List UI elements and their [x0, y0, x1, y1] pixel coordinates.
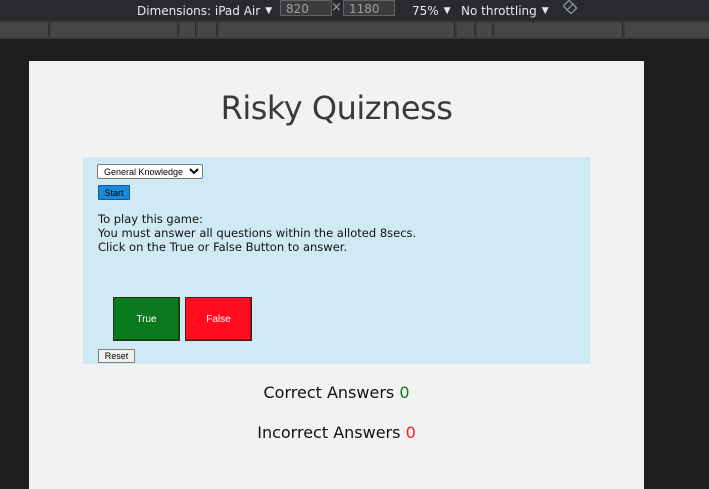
rotate-icon[interactable] — [563, 0, 577, 14]
correct-answers-count: 0 — [399, 383, 410, 402]
ruler-segment[interactable] — [495, 23, 623, 37]
zoom-dropdown[interactable]: 75% ▼ — [412, 0, 451, 21]
height-input[interactable]: 1180 — [343, 0, 395, 16]
throttling-dropdown[interactable]: No throttling ▼ — [461, 0, 549, 21]
incorrect-answers-count: 0 — [405, 423, 416, 442]
page-title: Risky Quizness — [220, 89, 453, 127]
ruler-segment[interactable] — [457, 23, 475, 37]
devtools-device-toolbar: Dimensions: iPad Air ▼ 820 × 1180 75% ▼ … — [0, 0, 709, 21]
ruler-segment[interactable] — [198, 23, 217, 37]
ruler-segment[interactable] — [0, 23, 49, 37]
correct-answers-line: Correct Answers 0 — [29, 383, 644, 402]
dimensions-label: Dimensions: iPad Air — [137, 3, 261, 18]
instruction-line: To play this game: — [98, 212, 203, 226]
instruction-line: Click on the True or False Button to ans… — [98, 240, 348, 254]
chevron-down-icon: ▼ — [265, 5, 273, 16]
start-button[interactable]: Start — [98, 185, 130, 200]
dimensions-dropdown[interactable]: Dimensions: iPad Air ▼ — [137, 0, 272, 21]
times-icon: × — [331, 0, 342, 15]
incorrect-answers-line: Incorrect Answers 0 — [29, 423, 644, 442]
ruler-segment[interactable] — [219, 23, 455, 37]
instructions: To play this game: You must answer all q… — [98, 212, 416, 254]
false-button[interactable]: False — [185, 297, 252, 341]
media-query-ruler — [0, 21, 709, 39]
instruction-line: You must answer all questions within the… — [98, 226, 417, 240]
chevron-down-icon: ▼ — [541, 5, 549, 16]
incorrect-answers-label: Incorrect Answers — [257, 423, 401, 442]
true-button[interactable]: True — [113, 297, 180, 341]
reset-button[interactable]: Reset — [98, 349, 135, 363]
correct-answers-label: Correct Answers — [263, 383, 395, 402]
emulated-page: Risky Quizness General Knowledge Start T… — [29, 61, 644, 489]
category-select[interactable]: General Knowledge — [97, 164, 203, 179]
throttling-label: No throttling — [461, 3, 537, 18]
ruler-segment[interactable] — [51, 23, 178, 37]
ruler-segment[interactable] — [477, 23, 493, 37]
width-input[interactable]: 820 — [280, 0, 332, 16]
chevron-down-icon: ▼ — [443, 5, 451, 16]
zoom-label: 75% — [412, 3, 439, 18]
ruler-segment[interactable] — [625, 23, 709, 37]
quiz-panel: General Knowledge Start To play this gam… — [83, 157, 590, 364]
ruler-segment[interactable] — [180, 23, 196, 37]
